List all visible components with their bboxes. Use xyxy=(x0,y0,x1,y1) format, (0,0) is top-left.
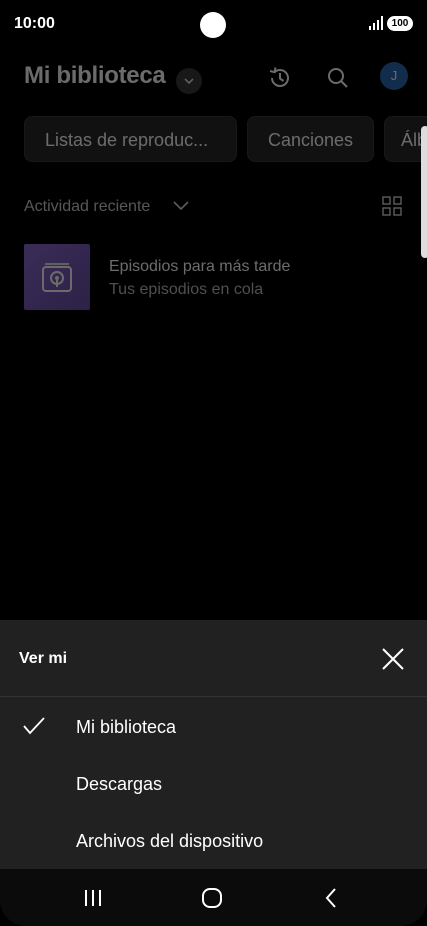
library-header: Mi biblioteca J xyxy=(24,62,427,102)
option-label: Mi biblioteca xyxy=(76,717,177,737)
chevron-down-icon[interactable] xyxy=(172,196,190,214)
check-icon xyxy=(23,717,45,735)
chevron-down-icon xyxy=(184,78,194,85)
sort-label[interactable]: Actividad reciente xyxy=(24,198,150,216)
list-item[interactable]: Episodios para más tarde Tus episodios e… xyxy=(24,244,403,310)
close-icon[interactable] xyxy=(380,646,406,672)
item-subtitle: Tus episodios en cola xyxy=(109,281,264,298)
chip-songs[interactable]: Canciones xyxy=(247,116,374,162)
sort-row: Actividad reciente xyxy=(24,196,427,220)
view-options-sheet: Ver mi Mi biblioteca Descargas Archivos … xyxy=(0,620,427,869)
option-downloads[interactable]: Descargas xyxy=(0,757,427,813)
item-title: Episodios para más tarde xyxy=(109,258,291,275)
recents-icon[interactable] xyxy=(80,885,106,911)
front-camera xyxy=(200,12,226,38)
chip-playlists[interactable]: Listas de reproduc... xyxy=(24,116,237,162)
filter-chips: Listas de reproduc... Canciones Álb xyxy=(24,116,427,164)
podcast-queue-thumbnail xyxy=(24,244,90,310)
battery-indicator: 100 xyxy=(387,16,413,31)
option-label: Descargas xyxy=(76,774,163,794)
home-icon[interactable] xyxy=(199,885,225,911)
sheet-header: Ver mi xyxy=(0,620,427,697)
page-title[interactable]: Mi biblioteca xyxy=(24,62,166,90)
back-icon[interactable] xyxy=(319,885,345,911)
status-time: 10:00 xyxy=(14,15,55,32)
phone-screen: 10:00 100 Mi biblioteca J Listas de repr… xyxy=(0,0,427,926)
search-icon[interactable] xyxy=(324,64,352,92)
title-dropdown-button[interactable] xyxy=(176,68,202,94)
option-my-library[interactable]: Mi biblioteca xyxy=(0,700,427,756)
podcast-icon xyxy=(42,263,72,292)
signal-icon xyxy=(369,16,383,30)
side-panel-handle[interactable] xyxy=(421,126,427,258)
history-icon[interactable] xyxy=(266,64,294,92)
sheet-title: Ver mi xyxy=(19,650,68,667)
avatar[interactable]: J xyxy=(380,62,408,90)
grid-view-icon[interactable] xyxy=(382,196,402,216)
status-bar: 10:00 100 xyxy=(0,0,427,50)
system-nav-bar xyxy=(0,869,427,926)
option-label: Archivos del dispositivo xyxy=(76,831,264,851)
option-device-files[interactable]: Archivos del dispositivo xyxy=(0,814,427,870)
